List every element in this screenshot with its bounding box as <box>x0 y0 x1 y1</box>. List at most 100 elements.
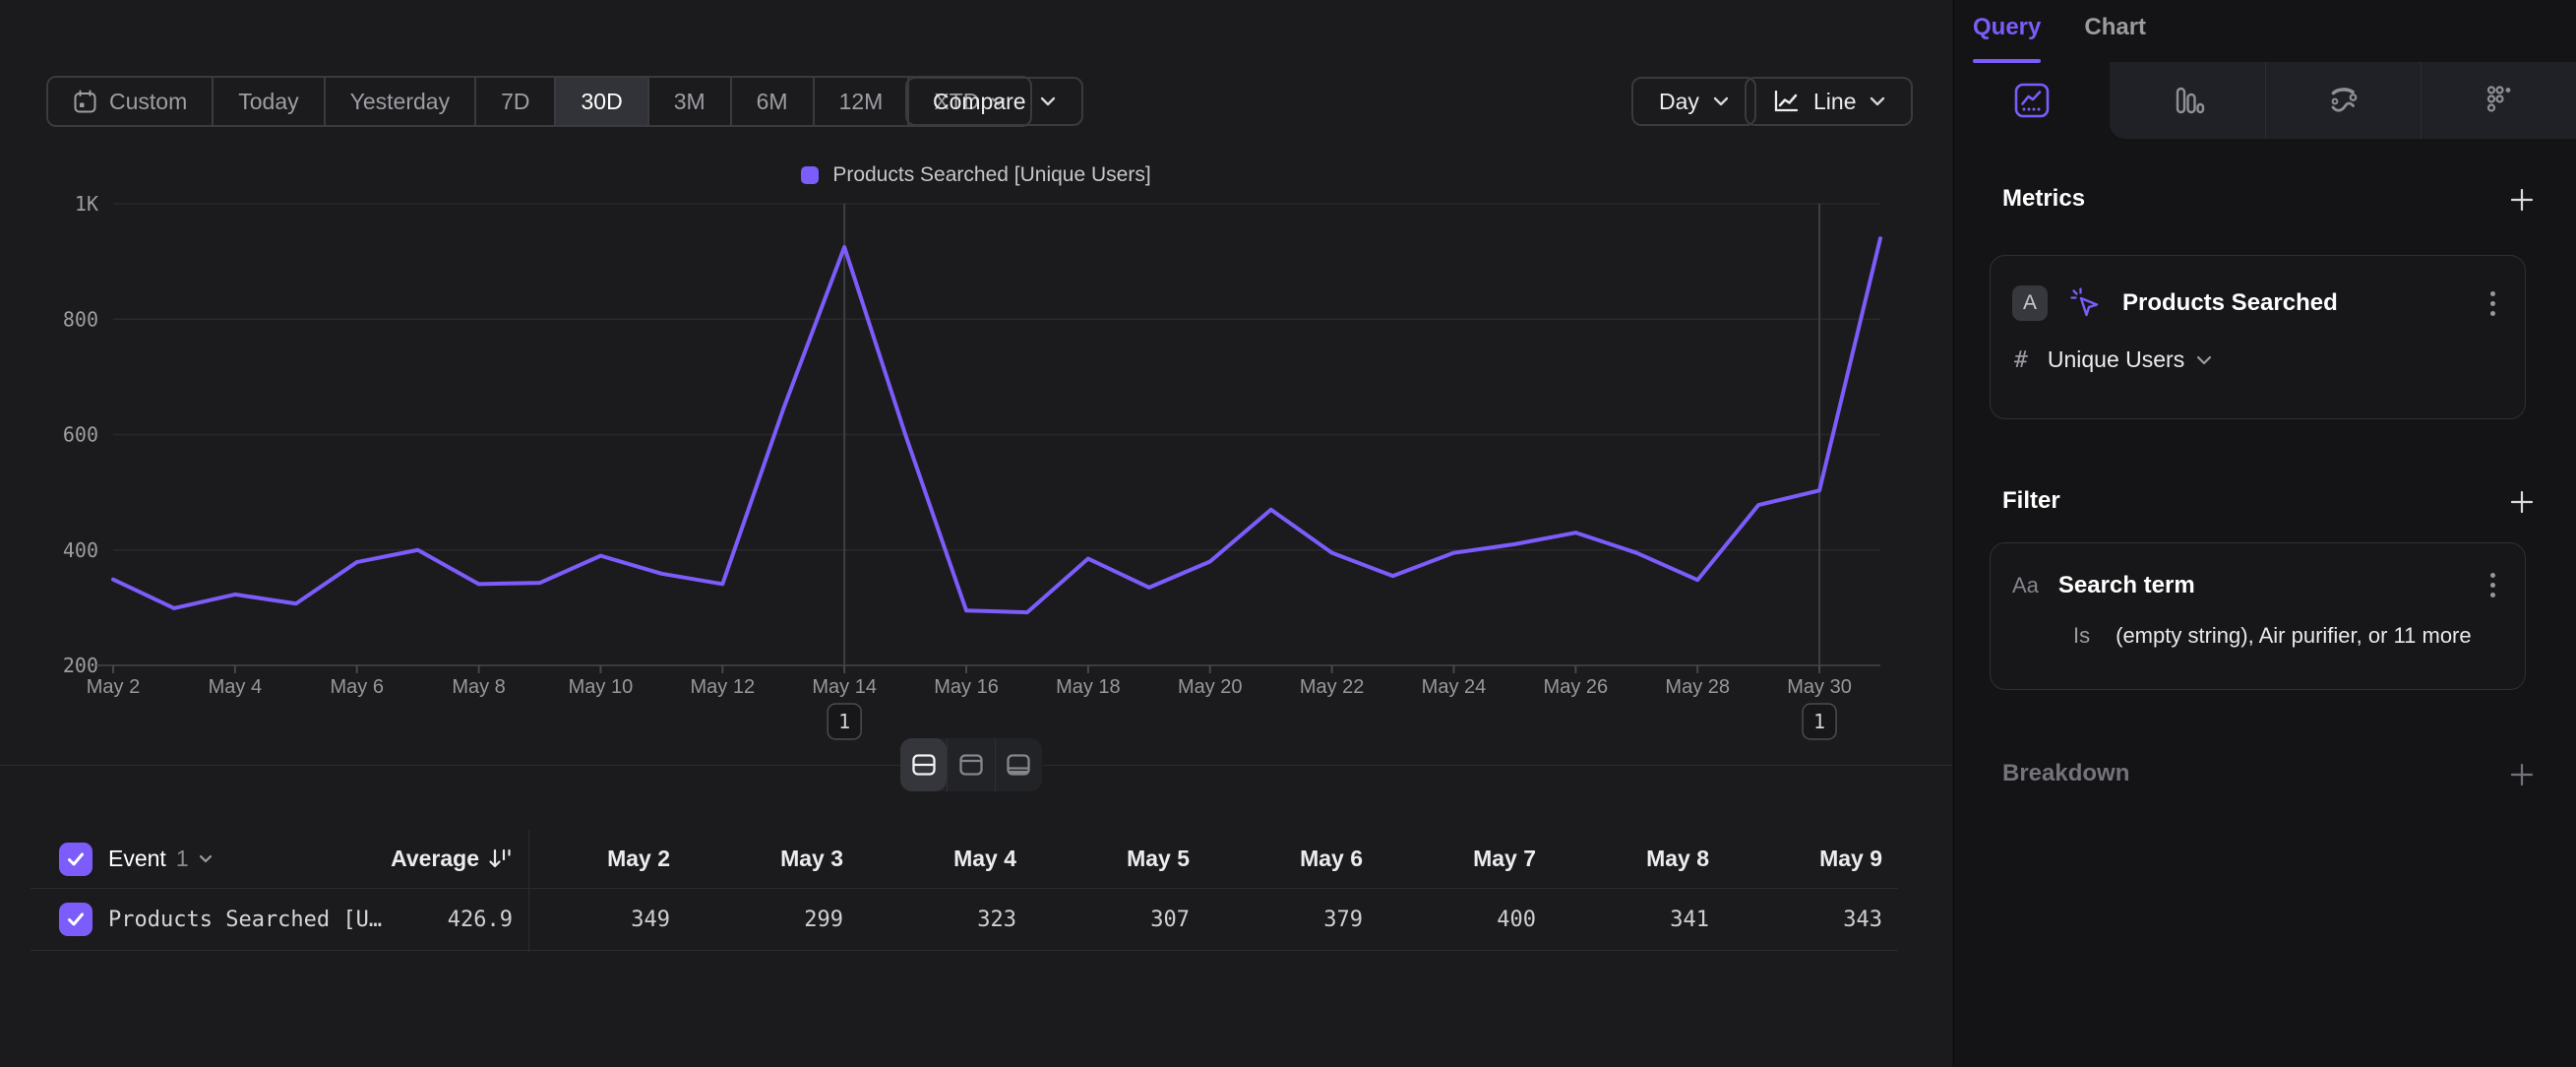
chart-legend[interactable]: Products Searched [Unique Users] <box>0 163 1952 187</box>
line-chart-icon <box>1772 89 1800 114</box>
range-30d[interactable]: 30D <box>554 78 646 125</box>
x-axis-label: May 14 <box>812 676 877 698</box>
annotation-badge-label: 1 <box>1813 710 1825 733</box>
range-label: Today <box>238 89 298 115</box>
row-checkbox[interactable] <box>59 903 92 936</box>
tab-insights[interactable] <box>1954 62 2110 139</box>
layout-toggle-group <box>900 738 1042 791</box>
x-axis-label: May 20 <box>1178 676 1243 698</box>
metric-event-name[interactable]: Products Searched <box>2122 289 2467 317</box>
column-header-may-6[interactable]: May 6 <box>1205 846 1379 872</box>
sidebar-tabs: Query Chart <box>1973 14 2146 55</box>
event-column-header[interactable]: Event 1 <box>108 846 391 872</box>
range-today[interactable]: Today <box>212 78 323 125</box>
y-axis-label: 800 <box>63 307 98 331</box>
compare-button[interactable]: Compare <box>905 77 1083 126</box>
range-7d[interactable]: 7D <box>474 78 554 125</box>
compare-label: Compare <box>933 89 1026 115</box>
flows-icon <box>2321 78 2366 123</box>
sort-icon <box>487 847 513 871</box>
tab-funnels[interactable] <box>2110 62 2265 139</box>
granularity-dropdown[interactable]: Day <box>1631 77 1756 126</box>
x-axis-label: May 16 <box>934 676 999 698</box>
x-axis-label: May 30 <box>1787 676 1852 698</box>
filter-card: Aa Search term Is (empty string), Air pu… <box>1990 542 2526 690</box>
filter-property-name[interactable]: Search term <box>2058 572 2467 599</box>
metrics-section-title: Metrics <box>2002 185 2085 213</box>
chevron-down-icon <box>1040 96 1056 106</box>
filter-value[interactable]: (empty string), Air purifier, or 11 more <box>2116 623 2472 649</box>
cell-value-may-6: 379 <box>1205 908 1379 932</box>
inactive-report-tabs <box>2110 62 2576 139</box>
cell-value-may-8: 341 <box>1552 908 1725 932</box>
event-label: Event <box>108 846 166 872</box>
x-axis-label: May 18 <box>1056 676 1121 698</box>
y-axis-label: 200 <box>63 654 98 677</box>
y-axis-label: 600 <box>63 423 98 447</box>
range-label: 7D <box>501 89 529 115</box>
legend-label: Products Searched [Unique Users] <box>832 163 1150 187</box>
string-property-icon: Aa <box>2012 573 2039 598</box>
tab-query[interactable]: Query <box>1973 14 2041 55</box>
chart-type-dropdown[interactable]: Line <box>1745 77 1913 126</box>
line-series <box>113 238 1880 612</box>
column-header-may-2[interactable]: May 2 <box>513 846 686 872</box>
range-yesterday[interactable]: Yesterday <box>324 78 474 125</box>
x-axis-label: May 28 <box>1665 676 1730 698</box>
x-axis-label: May 22 <box>1300 676 1365 698</box>
column-header-may-8[interactable]: May 8 <box>1552 846 1725 872</box>
measure-selector[interactable]: Unique Users <box>2048 346 2212 373</box>
chevron-down-icon <box>1870 96 1885 106</box>
column-header-may-9[interactable]: May 9 <box>1725 846 1898 872</box>
select-all-checkbox[interactable] <box>59 843 92 876</box>
y-axis-label: 1K <box>75 192 98 216</box>
annotation-badge-label: 1 <box>838 710 850 733</box>
chart-only-view-button[interactable] <box>947 738 994 791</box>
date-column-values: 349299323307379400341343 <box>513 908 1898 932</box>
column-header-may-7[interactable]: May 7 <box>1379 846 1552 872</box>
filter-operator[interactable]: Is <box>2073 623 2090 649</box>
retention-icon <box>2477 78 2522 123</box>
column-header-may-4[interactable]: May 4 <box>859 846 1032 872</box>
event-pointer-icon <box>2067 285 2103 321</box>
table-column-separator <box>528 830 529 952</box>
cell-value-may-5: 307 <box>1032 908 1205 932</box>
chart-only-view-icon <box>956 750 986 780</box>
check-icon <box>65 909 87 930</box>
filter-section-title: Filter <box>2002 487 2060 515</box>
chevron-down-icon <box>1713 96 1729 106</box>
add-breakdown-button[interactable] <box>2507 760 2537 789</box>
table-only-view-button[interactable] <box>995 738 1042 791</box>
legend-swatch <box>801 166 819 184</box>
tab-flows[interactable] <box>2265 62 2422 139</box>
metric-kebab-menu[interactable] <box>2486 287 2499 320</box>
cell-value-may-2: 349 <box>513 908 686 932</box>
split-view-button[interactable] <box>900 738 947 791</box>
x-axis-label: May 6 <box>330 676 383 698</box>
row-series-name[interactable]: Products Searched [Un... <box>108 889 394 951</box>
granularity-label: Day <box>1659 89 1699 115</box>
average-column-header[interactable]: Average <box>391 846 513 872</box>
range-label: Custom <box>109 89 187 115</box>
table-only-view-icon <box>1004 750 1033 780</box>
range-12m[interactable]: 12M <box>813 78 908 125</box>
x-axis-label: May 26 <box>1544 676 1609 698</box>
add-metric-button[interactable] <box>2507 185 2537 215</box>
check-icon <box>65 848 87 870</box>
chart-type-label: Line <box>1813 89 1856 115</box>
column-header-may-5[interactable]: May 5 <box>1032 846 1205 872</box>
add-filter-button[interactable] <box>2507 487 2537 517</box>
y-axis-label: 400 <box>63 538 98 562</box>
range-3m[interactable]: 3M <box>647 78 730 125</box>
filter-kebab-menu[interactable] <box>2486 569 2499 601</box>
chevron-down-icon <box>2196 355 2212 365</box>
measure-type-icon: # <box>2014 347 2028 373</box>
event-count: 1 <box>176 846 189 872</box>
range-label: Yesterday <box>350 89 450 115</box>
tab-retention[interactable] <box>2421 62 2576 139</box>
column-header-may-3[interactable]: May 3 <box>686 846 859 872</box>
range-custom[interactable]: Custom <box>48 78 212 125</box>
tab-chart[interactable]: Chart <box>2084 14 2146 55</box>
line-chart: 1K800600400200May 2May 4May 6May 8May 10… <box>0 192 1952 755</box>
range-6m[interactable]: 6M <box>730 78 813 125</box>
